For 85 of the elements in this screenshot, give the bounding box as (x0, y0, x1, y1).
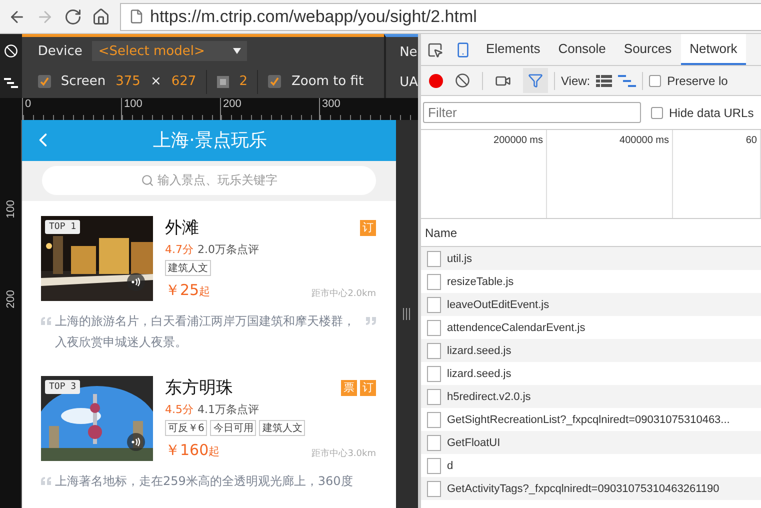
request-name[interactable]: lizard.seed.js (447, 344, 512, 356)
side-tab[interactable]: Ne (400, 44, 418, 60)
file-icon (427, 342, 441, 358)
devtools-tab[interactable]: Network (680, 34, 746, 65)
request-name[interactable]: d (447, 460, 454, 472)
ban-icon[interactable] (4, 44, 18, 58)
file-icon (427, 274, 441, 290)
time-label: 60 (746, 135, 757, 146)
review-count: 2.0万条点评 (198, 242, 259, 258)
tag: 建筑人文 (259, 420, 306, 436)
file-icon (427, 388, 441, 404)
booking-badge: 订 (360, 380, 376, 396)
hide-data-label: Hide data URLs (669, 106, 754, 120)
sight-name[interactable]: 外滩 (165, 216, 199, 240)
sight-name[interactable]: 东方明珠 (165, 376, 233, 400)
file-icon (427, 412, 441, 428)
quote-icon (366, 317, 376, 326)
rank-badge: TOP 3 (45, 380, 80, 394)
request-name[interactable]: GetFloatUI (447, 436, 500, 448)
tag: 建筑人文 (165, 260, 211, 276)
sight-description: 上海著名地标，走在259米高的全透明观光廊上，360度 (55, 473, 354, 490)
request-name[interactable]: leaveOutEditEvent.js (447, 298, 550, 310)
distance: 距市中心2.0km (312, 288, 376, 300)
booking-badge: 票 (341, 380, 357, 396)
time-label: 400000 ms (620, 135, 669, 146)
width-value[interactable]: 375 (116, 74, 140, 90)
devtools-tab[interactable]: Console (549, 34, 615, 65)
request-name[interactable]: lizard.seed.js (447, 368, 512, 380)
list-icon[interactable] (596, 74, 612, 86)
zoom-label: Zoom to fit (291, 74, 364, 90)
home-icon[interactable] (92, 8, 110, 26)
reload-icon[interactable] (64, 8, 82, 26)
file-icon (427, 366, 441, 382)
time-label: 200000 ms (494, 135, 543, 146)
devtools-tab[interactable]: Sources (614, 34, 681, 65)
tag: 今日可用 (210, 420, 256, 436)
distance: 距市中心3.0km (312, 448, 376, 460)
request-name[interactable]: util.js (447, 252, 472, 264)
hide-data-checkbox[interactable] (651, 106, 663, 118)
address-bar[interactable]: https://m.ctrip.com/webapp/you/sight/2.html (120, 2, 761, 30)
view-label: View: (561, 74, 590, 88)
preserve-checkbox[interactable] (649, 74, 662, 86)
times-sign: × (150, 74, 162, 90)
page-icon (129, 9, 144, 24)
preserve-label: Preserve lo (667, 74, 728, 88)
quote-icon (41, 477, 51, 486)
booking-badge: 订 (360, 220, 376, 236)
file-icon (427, 250, 441, 266)
filter-icon[interactable] (523, 68, 548, 93)
sight-description: 上海的旅游名片，白天看浦江两岸万国建筑和摩天楼群，入夜欣赏申城迷人夜景。 (55, 313, 356, 352)
search-icon (140, 174, 154, 188)
device-label: Device (38, 44, 82, 59)
pixel-ratio-icon (217, 76, 230, 88)
filter-field[interactable]: Filter (423, 102, 641, 123)
rank-badge: TOP 1 (45, 220, 80, 234)
record-icon[interactable] (429, 74, 443, 88)
quote-icon (41, 317, 51, 326)
waterfall-icon[interactable] (4, 78, 18, 88)
tag: 可反￥6 (165, 420, 208, 436)
height-value[interactable]: 627 (171, 74, 196, 90)
request-name[interactable]: GetSightRecreationList?_fxpcqlniredt=09031075310463... (447, 414, 730, 426)
file-icon (427, 480, 441, 496)
devtools-tab[interactable]: Elements (477, 34, 550, 65)
request-name[interactable]: h5redirect.v2.0.js (447, 390, 531, 402)
screen-checkbox[interactable] (38, 75, 51, 88)
request-name[interactable]: resizeTable.js (447, 276, 514, 288)
file-icon (427, 458, 441, 474)
file-icon (427, 296, 441, 312)
ua-label: UA (400, 75, 418, 90)
zoom-checkbox[interactable] (268, 75, 282, 88)
file-icon (427, 434, 441, 450)
model-select[interactable]: <Select model> (92, 41, 248, 62)
page-title: 上海·景点玩乐 (152, 129, 268, 152)
caret-icon (233, 48, 242, 54)
price: ￥160起 (165, 441, 220, 460)
screen-label: Screen (60, 74, 106, 90)
review-count: 4.1万条点评 (198, 402, 259, 418)
price: ￥25起 (165, 281, 210, 300)
score: 4.5分 (165, 402, 194, 418)
ruler-label: 200 (4, 290, 16, 309)
score: 4.7分 (165, 242, 194, 258)
ruler-label: 100 (4, 200, 16, 218)
pixel-ratio-value[interactable]: 2 (239, 74, 248, 90)
file-icon (427, 320, 441, 336)
request-name[interactable]: attendenceCalendarEvent.js (447, 322, 586, 334)
